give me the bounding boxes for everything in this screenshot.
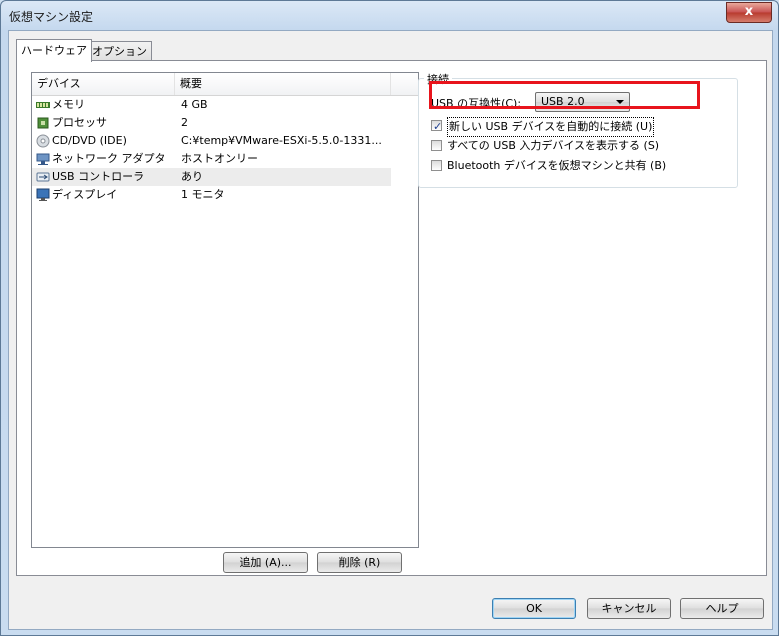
device-name: ネットワーク アダプタ [52,152,166,165]
title-bar[interactable]: 仮想マシン設定 x [1,1,778,29]
ok-button[interactable]: OK [492,598,576,619]
auto-connect-usb-checkbox[interactable]: ✓ [431,120,442,133]
memory-icon [36,102,50,108]
device-name: CD/DVD (IDE) [52,134,127,147]
cancel-button[interactable]: キャンセル [587,598,671,619]
highlight-annotation-box [429,81,700,109]
table-row[interactable]: プロセッサ 2 [32,114,418,132]
processor-icon [37,117,49,129]
table-row[interactable]: ディスプレイ 1 モニタ [32,186,418,204]
add-device-button[interactable]: 追加 (A)... [223,552,308,573]
checkmark-icon: ✓ [433,120,443,133]
auto-connect-usb-label: 新しい USB デバイスを自動的に接続 (U) [447,117,655,137]
share-bluetooth-label: Bluetooth デバイスを仮想マシンと共有 (B) [447,159,667,172]
close-button[interactable]: x [726,2,772,23]
network-adapter-icon [36,153,50,165]
show-usb-input-checkbox[interactable] [431,140,442,151]
device-name: メモリ [52,98,85,111]
dialog-client: ハードウェア オプション デバイス 概要 メモリ 4 GB プロセッサ 2 CD… [8,30,773,630]
tab-options[interactable]: オプション [87,41,152,61]
remove-device-button[interactable]: 削除 (R) [317,552,402,573]
device-list[interactable]: デバイス 概要 メモリ 4 GB プロセッサ 2 CD/DVD (IDE) C:… [31,72,419,548]
device-summary: あり [181,170,203,183]
usb-icon [36,172,50,182]
device-rows: メモリ 4 GB プロセッサ 2 CD/DVD (IDE) C:¥temp¥VM… [32,96,418,204]
device-summary: 2 [181,116,188,129]
device-summary: 1 モニタ [181,188,225,201]
hardware-panel: デバイス 概要 メモリ 4 GB プロセッサ 2 CD/DVD (IDE) C:… [16,60,767,576]
device-summary: C:¥temp¥VMware-ESXi-5.5.0-1331... [181,134,382,147]
device-summary: 4 GB [181,98,208,111]
share-bluetooth-checkbox[interactable] [431,160,442,171]
device-name: プロセッサ [52,116,107,129]
device-summary: ホストオンリー [181,152,258,165]
show-usb-input-label: すべての USB 入力デバイスを表示する (S) [447,139,660,152]
device-name: ディスプレイ [52,188,118,201]
column-header-summary[interactable]: 概要 [175,73,391,95]
table-row-selected[interactable]: USB コントローラ あり [32,168,391,186]
close-icon: x [744,4,754,19]
column-header-device[interactable]: デバイス [32,73,175,95]
column-header-spacer [391,73,418,95]
device-name: USB コントローラ [52,170,145,183]
window-title: 仮想マシン設定 [9,10,94,24]
table-row[interactable]: メモリ 4 GB [32,96,418,114]
cd-dvd-icon [36,134,50,148]
table-row[interactable]: ネットワーク アダプタ ホストオンリー [32,150,418,168]
table-row[interactable]: CD/DVD (IDE) C:¥temp¥VMware-ESXi-5.5.0-1… [32,132,418,150]
display-icon [36,188,50,201]
tab-hardware[interactable]: ハードウェア [16,39,92,62]
help-button[interactable]: ヘルプ [680,598,764,619]
list-header: デバイス 概要 [32,73,418,96]
